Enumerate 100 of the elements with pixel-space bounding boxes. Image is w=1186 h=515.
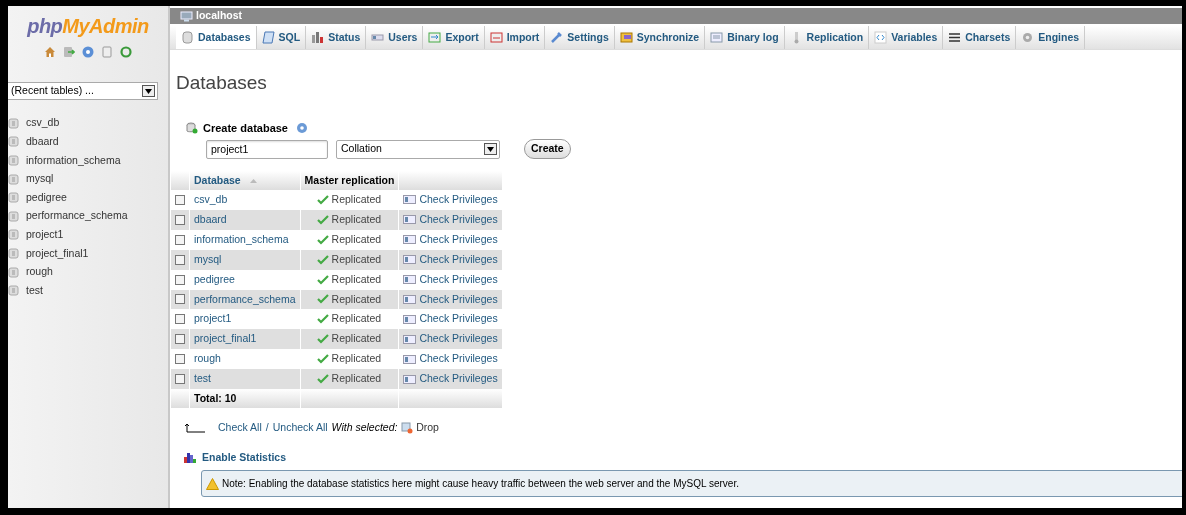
page-title: Databases [176, 72, 268, 95]
create-database-label: Create database [203, 120, 288, 136]
replication-status: Replicated [331, 192, 382, 208]
id-card-icon [403, 314, 417, 324]
replication-status: Replicated [331, 212, 382, 227]
database-link[interactable]: csv_db [194, 193, 228, 206]
server-icon [180, 10, 193, 22]
check-privileges-link[interactable]: Check Privileges [403, 311, 498, 328]
replication-status: Replicated [331, 231, 382, 247]
database-link[interactable]: pedigree [194, 272, 235, 285]
row-checkbox[interactable] [175, 314, 185, 325]
wrench-icon [550, 31, 564, 44]
sidebar-database-link[interactable]: test [8, 281, 168, 300]
drop-button[interactable]: Drop [401, 419, 439, 436]
column-header[interactable]: Database [190, 171, 300, 191]
database-icon [8, 117, 19, 129]
row-checkbox[interactable] [175, 214, 185, 225]
database-icon [8, 136, 19, 148]
replication-status: Replicated [331, 311, 382, 327]
create-button[interactable]: Create [524, 139, 571, 160]
database-icon [8, 266, 19, 278]
row-checkbox[interactable] [175, 254, 185, 265]
list-icon [948, 31, 962, 44]
check-all-link[interactable]: Check All [218, 419, 262, 436]
tab[interactable]: Users [366, 26, 424, 49]
tab[interactable]: Charsets [943, 26, 1017, 49]
check-privileges-link[interactable]: Check Privileges [403, 351, 498, 367]
row-checkbox[interactable] [175, 234, 185, 245]
tab[interactable]: Export [423, 26, 485, 49]
code-icon [874, 31, 888, 44]
database-link[interactable]: information_schema [194, 232, 289, 245]
tab[interactable]: Binary log [705, 26, 785, 49]
table-delete-icon [401, 421, 414, 434]
check-mark-icon [316, 254, 329, 265]
check-mark-icon [316, 374, 329, 384]
database-link[interactable]: rough [194, 352, 221, 365]
sidebar-database-link[interactable]: mysql [8, 169, 168, 189]
help-icon[interactable] [82, 46, 94, 58]
help-icon[interactable] [296, 122, 308, 135]
server-link[interactable]: localhost [196, 8, 243, 24]
check-mark-icon [316, 294, 329, 305]
replication-status: Replicated [331, 371, 382, 387]
row-checkbox[interactable] [175, 374, 185, 384]
tab[interactable]: Replication [784, 26, 870, 49]
tab[interactable]: Variables [869, 26, 944, 49]
check-privileges-link[interactable]: Check Privileges [403, 231, 498, 248]
tab[interactable]: SQL [256, 26, 307, 49]
database-link[interactable]: mysql [194, 252, 222, 265]
separator: / [265, 419, 269, 435]
home-icon[interactable] [44, 46, 56, 58]
database-icon [8, 173, 19, 185]
database-icon [8, 247, 19, 259]
replication-status: Replicated [331, 351, 382, 367]
check-privileges-link[interactable]: Check Privileges [403, 271, 498, 288]
replication-status: Replicated [331, 271, 382, 287]
sidebar-database-link[interactable]: pedigree [8, 188, 168, 207]
id-card-icon [403, 354, 417, 364]
warning-icon [206, 477, 219, 490]
sidebar-database-link[interactable]: information_schema [8, 151, 168, 170]
database-link[interactable]: test [194, 372, 211, 385]
database-link[interactable]: dbaard [194, 213, 227, 225]
tab[interactable]: Databases [176, 26, 257, 49]
exit-icon[interactable] [63, 46, 75, 58]
uncheck-all-link[interactable]: Uncheck All [272, 419, 328, 436]
database-name-field[interactable]: project1 [206, 139, 328, 159]
id-card-icon [403, 215, 417, 225]
bar-chart-icon [184, 452, 196, 464]
replication-status: Replicated [331, 251, 382, 267]
tab[interactable]: Synchronize [614, 26, 706, 49]
sidebar-database-link[interactable]: project_final1 [8, 244, 168, 263]
collation-dropdown[interactable]: Collation [336, 139, 500, 159]
database-icon [8, 229, 19, 241]
sidebar-database-link[interactable]: rough [8, 262, 168, 282]
row-checkbox[interactable] [175, 354, 185, 365]
tab[interactable]: Import [484, 26, 546, 49]
sidebar-database-link[interactable]: performance_schema [8, 206, 168, 226]
folder-icon [619, 31, 633, 44]
id-card-icon [403, 334, 417, 344]
check-privileges-link[interactable]: Check Privileges [403, 192, 498, 208]
tab[interactable]: Status [306, 26, 367, 49]
row-checkbox[interactable] [175, 334, 185, 345]
row-checkbox[interactable] [175, 195, 185, 205]
tab[interactable]: Engines [1016, 26, 1086, 49]
logo[interactable]: phpMyAdmin [8, 14, 168, 38]
id-card-icon [371, 31, 385, 44]
enable-statistics-link[interactable]: Enable Statistics [202, 449, 287, 466]
database-link[interactable]: project1 [194, 312, 232, 325]
tab[interactable]: Settings [545, 26, 615, 49]
id-card-icon [403, 374, 417, 384]
id-card-icon [403, 195, 417, 205]
row-checkbox[interactable] [175, 294, 185, 305]
row-checkbox[interactable] [175, 274, 185, 285]
id-card-icon [403, 255, 417, 265]
import-icon [489, 31, 503, 44]
recent-tables-dropdown[interactable]: (Recent tables) ... [8, 82, 158, 100]
sidebar-database-link[interactable]: csv_db [8, 114, 168, 133]
sidebar-database-link[interactable]: project1 [8, 225, 168, 245]
check-mark-icon [316, 234, 329, 245]
check-mark-icon [316, 334, 329, 345]
sidebar-database-link[interactable]: dbaard [8, 132, 168, 152]
